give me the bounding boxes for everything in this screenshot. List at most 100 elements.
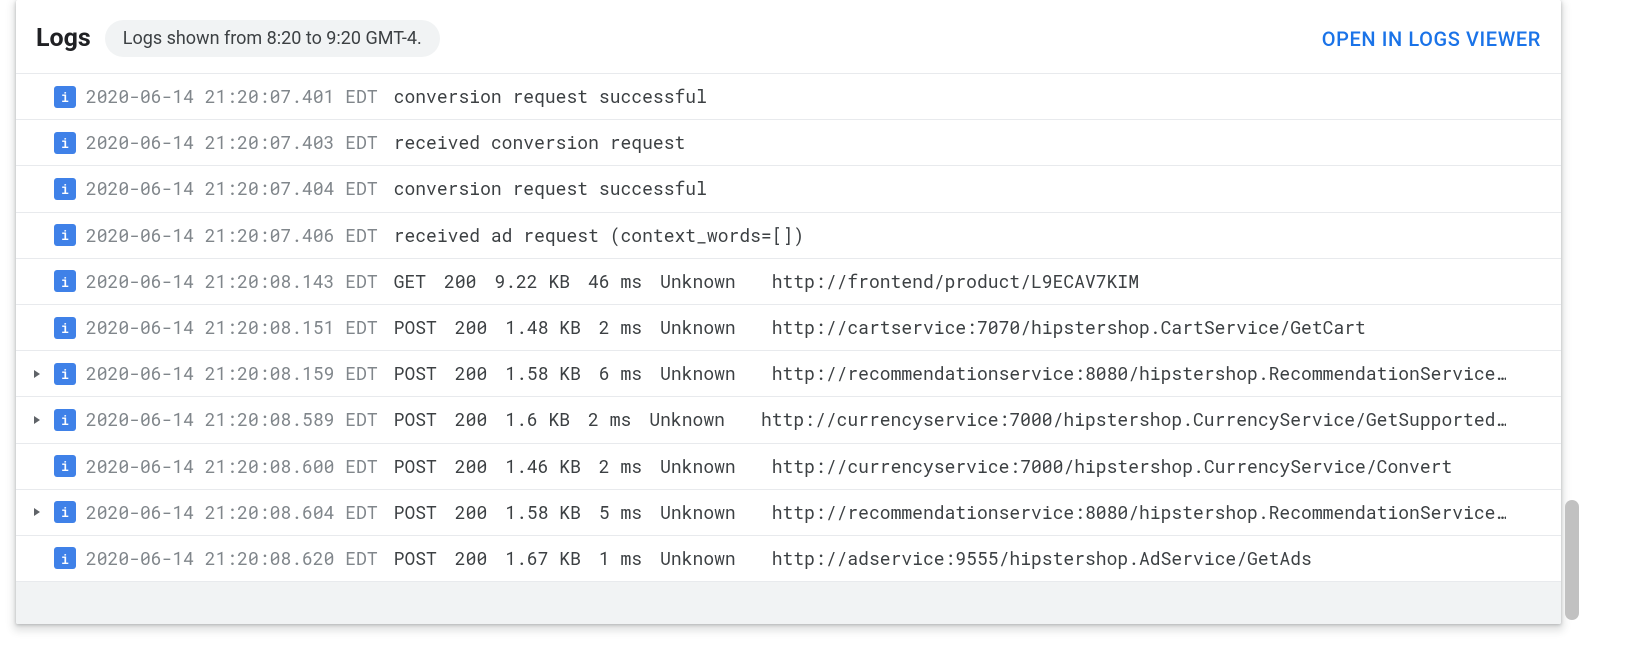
log-message: received conversion request xyxy=(394,130,686,155)
log-field: 200 xyxy=(444,269,476,293)
log-field: received ad request (context_words=[]) xyxy=(394,223,804,247)
info-severity-icon: i xyxy=(54,270,76,292)
log-row[interactable]: i 2020-06-14 21:20:07.406 EDT received ad … xyxy=(16,213,1561,259)
log-field: 1.58 KB xyxy=(505,361,581,385)
log-field: Unknown xyxy=(660,500,736,524)
log-field: Unknown xyxy=(649,407,725,431)
log-field: 1.67 KB xyxy=(505,546,581,570)
log-row[interactable]: i 2020-06-14 21:20:08.151 EDT POST 200 1.48 … xyxy=(16,305,1561,351)
log-timestamp: 2020-06-14 21:20:08.620 EDT xyxy=(86,546,378,571)
log-timestamp: 2020-06-14 21:20:08.159 EDT xyxy=(86,361,378,386)
logs-title: Logs xyxy=(36,24,91,53)
info-severity-icon: i xyxy=(54,547,76,569)
log-row[interactable]: i 2020-06-14 21:20:07.401 EDT conversion r… xyxy=(16,74,1561,120)
log-field: Unknown xyxy=(660,269,736,293)
log-field: Unknown xyxy=(660,454,736,478)
open-logs-viewer-link[interactable]: OPEN IN LOGS VIEWER xyxy=(1322,27,1541,51)
log-field: 2 ms xyxy=(588,407,631,431)
log-timestamp: 2020-06-14 21:20:08.600 EDT xyxy=(86,454,378,479)
logs-panel: Logs Logs shown from 8:20 to 9:20 GMT-4.… xyxy=(16,0,1561,624)
logs-header: Logs Logs shown from 8:20 to 9:20 GMT-4.… xyxy=(16,0,1561,73)
log-field: 200 xyxy=(455,454,487,478)
log-field: 1.58 KB xyxy=(505,500,581,524)
log-timestamp: 2020-06-14 21:20:08.143 EDT xyxy=(86,269,378,294)
log-field: 200 xyxy=(455,500,487,524)
logs-footer-spacer xyxy=(16,582,1561,624)
log-field: 200 xyxy=(455,315,487,339)
log-field: conversion request successful xyxy=(394,84,707,108)
log-timestamp: 2020-06-14 21:20:08.604 EDT xyxy=(86,500,378,525)
log-message: POST 200 1.58 KB 6 ms Unknown http://recommen… xyxy=(394,361,1507,386)
info-severity-icon: i xyxy=(54,317,76,339)
log-field: 6 ms xyxy=(599,361,642,385)
info-severity-icon: i xyxy=(54,86,76,108)
log-timestamp: 2020-06-14 21:20:08.151 EDT xyxy=(86,315,378,340)
log-field: POST xyxy=(394,315,437,339)
log-field: 200 xyxy=(455,407,487,431)
log-field: http://frontend/product/L9ECAV7KIM xyxy=(772,269,1139,293)
log-field: 5 ms xyxy=(599,500,642,524)
expand-toggle-icon[interactable] xyxy=(30,507,44,517)
log-row[interactable]: i 2020-06-14 21:20:08.159 EDT POST 200 1.58 … xyxy=(16,351,1561,397)
log-message: POST 200 1.58 KB 5 ms Unknown http://recommen… xyxy=(394,500,1507,525)
log-field: Unknown xyxy=(660,546,736,570)
log-field: 1.6 KB xyxy=(505,407,570,431)
log-field: http://currencyservice:7000/hipstershop.… xyxy=(761,407,1506,431)
log-row[interactable]: i 2020-06-14 21:20:08.143 EDT GET 200 9.22 K… xyxy=(16,259,1561,305)
log-field: 1.48 KB xyxy=(505,315,581,339)
log-field: 1 ms xyxy=(599,546,642,570)
info-severity-icon: i xyxy=(54,224,76,246)
info-severity-icon: i xyxy=(54,178,76,200)
expand-toggle-icon[interactable] xyxy=(30,369,44,379)
time-range-chip[interactable]: Logs shown from 8:20 to 9:20 GMT-4. xyxy=(105,20,440,57)
log-field: received conversion request xyxy=(394,130,686,154)
log-field: http://adservice:9555/hipstershop.AdServ… xyxy=(772,546,1312,570)
log-row[interactable]: i 2020-06-14 21:20:08.589 EDT POST 200 1.6 K… xyxy=(16,397,1561,443)
log-field: 200 xyxy=(455,361,487,385)
log-timestamp: 2020-06-14 21:20:07.404 EDT xyxy=(86,176,378,201)
log-timestamp: 2020-06-14 21:20:07.403 EDT xyxy=(86,130,378,155)
scrollbar-thumb[interactable] xyxy=(1565,500,1579,620)
log-message: POST 200 1.67 KB 1 ms Unknown http://adservic… xyxy=(394,546,1312,571)
log-message: GET 200 9.22 KB 46 ms Unknown http://frontend… xyxy=(394,269,1139,294)
log-field: 9.22 KB xyxy=(494,269,570,293)
log-message: POST 200 1.48 KB 2 ms Unknown http://cartserv… xyxy=(394,315,1366,340)
log-message: POST 200 1.46 KB 2 ms Unknown http://currency… xyxy=(394,454,1453,479)
info-severity-icon: i xyxy=(54,455,76,477)
log-message: conversion request successful xyxy=(394,176,707,201)
log-field: http://recommendationservice:8080/hipste… xyxy=(772,361,1507,385)
log-row[interactable]: i 2020-06-14 21:20:08.600 EDT POST 200 1.46 … xyxy=(16,444,1561,490)
log-message: received ad request (context_words=[]) xyxy=(394,223,804,248)
log-field: 2 ms xyxy=(599,454,642,478)
log-field: 46 ms xyxy=(588,269,642,293)
info-severity-icon: i xyxy=(54,409,76,431)
log-field: POST xyxy=(394,500,437,524)
log-message: conversion request successful xyxy=(394,84,707,109)
log-field: 2 ms xyxy=(599,315,642,339)
log-field: http://currencyservice:7000/hipstershop.… xyxy=(772,454,1453,478)
info-severity-icon: i xyxy=(54,363,76,385)
log-field: conversion request successful xyxy=(394,176,707,200)
log-field: POST xyxy=(394,407,437,431)
log-field: POST xyxy=(394,454,437,478)
log-field: Unknown xyxy=(660,361,736,385)
log-row[interactable]: i 2020-06-14 21:20:07.403 EDT received con… xyxy=(16,120,1561,166)
log-field: POST xyxy=(394,546,437,570)
log-field: http://cartservice:7070/hipstershop.Cart… xyxy=(772,315,1366,339)
expand-toggle-icon[interactable] xyxy=(30,415,44,425)
log-field: 200 xyxy=(455,546,487,570)
log-timestamp: 2020-06-14 21:20:07.401 EDT xyxy=(86,84,378,109)
log-field: POST xyxy=(394,361,437,385)
info-severity-icon: i xyxy=(54,501,76,523)
log-row[interactable]: i 2020-06-14 21:20:07.404 EDT conversion r… xyxy=(16,166,1561,212)
log-list: i 2020-06-14 21:20:07.401 EDT conversion r… xyxy=(16,73,1561,582)
log-timestamp: 2020-06-14 21:20:07.406 EDT xyxy=(86,223,378,248)
log-timestamp: 2020-06-14 21:20:08.589 EDT xyxy=(86,407,378,432)
info-severity-icon: i xyxy=(54,132,76,154)
log-row[interactable]: i 2020-06-14 21:20:08.604 EDT POST 200 1.58 … xyxy=(16,490,1561,536)
log-field: http://recommendationservice:8080/hipste… xyxy=(772,500,1507,524)
log-row[interactable]: i 2020-06-14 21:20:08.620 EDT POST 200 1.67 … xyxy=(16,536,1561,582)
log-field: GET xyxy=(394,269,426,293)
log-field: 1.46 KB xyxy=(505,454,581,478)
log-field: Unknown xyxy=(660,315,736,339)
